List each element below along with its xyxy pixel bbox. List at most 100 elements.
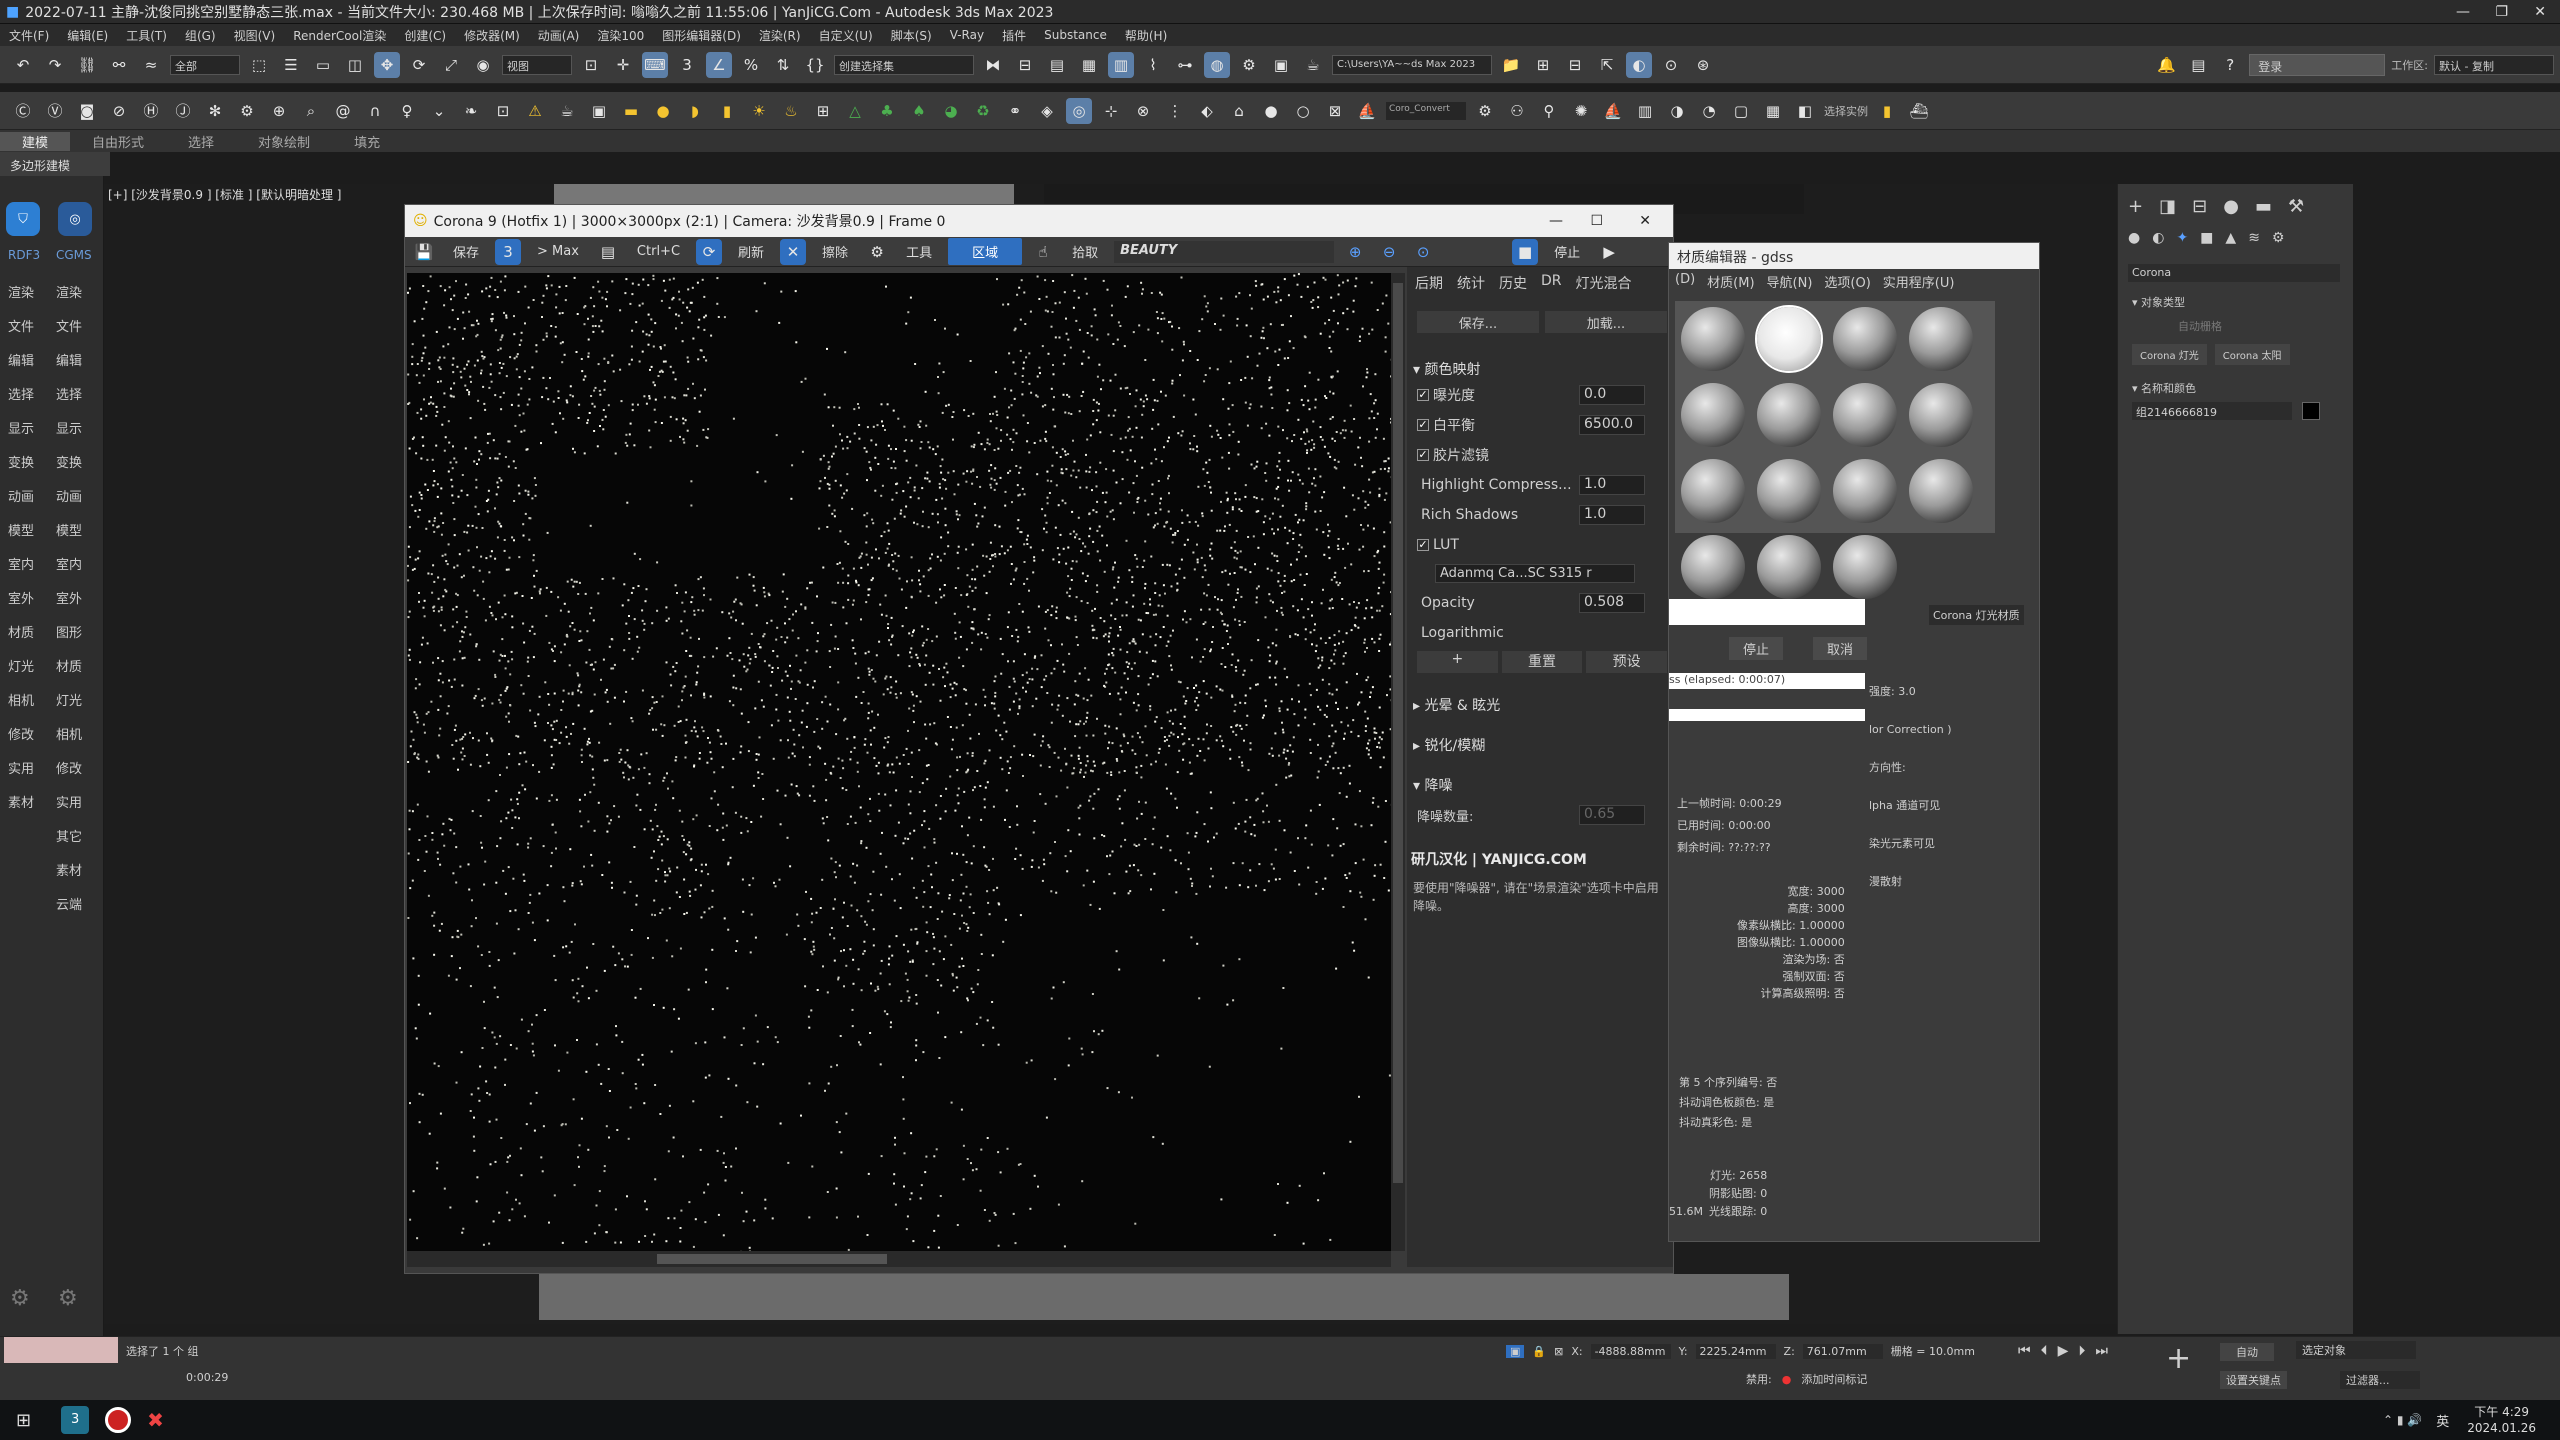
material-menu-item[interactable]: 材质(M)	[1707, 272, 1754, 291]
material-menu-item[interactable]: 导航(N)	[1767, 272, 1813, 291]
ribbon-toggle-icon[interactable]: ▥	[1108, 51, 1134, 78]
dock-item[interactable]: 模型	[56, 520, 82, 539]
windows-start-icon[interactable]: ⊞	[16, 1410, 31, 1431]
menu-item[interactable]: RenderCool渲染	[284, 27, 395, 44]
play-icon[interactable]: ▶	[2058, 1343, 2069, 1359]
ribbon-sub-label[interactable]: 多边形建模	[0, 152, 110, 176]
align-icon[interactable]: ⊟	[1012, 52, 1038, 78]
viewport-label[interactable]: [+] [沙发背景0.9 ] [标准 ] [默认明暗处理 ]	[108, 186, 341, 203]
dock-item[interactable]: 相机	[8, 690, 34, 709]
window-icon[interactable]: ▢	[1728, 98, 1754, 124]
vfb-panel-tab[interactable]: 灯光混合	[1576, 273, 1632, 293]
bloom-glare-section[interactable]: ▸ 光晕 & 眩光	[1413, 695, 1500, 715]
globe-icon[interactable]: ⊕	[266, 98, 292, 124]
render-cancel-button[interactable]: 取消	[1813, 637, 1868, 660]
dock-item[interactable]: 实用	[8, 758, 34, 777]
vfb-maximize-button[interactable]: ☐	[1590, 213, 1603, 229]
create-icon[interactable]: +	[2128, 196, 2143, 217]
pin-icon[interactable]: ⚲	[1536, 98, 1562, 124]
motion-icon[interactable]: ●	[2223, 196, 2239, 217]
dock-item[interactable]: 修改	[8, 724, 34, 743]
tools-icon[interactable]: ⚙	[864, 239, 890, 265]
record-icon[interactable]: ●	[1782, 1373, 1792, 1386]
export-icon[interactable]: ⇱	[1594, 52, 1620, 78]
dock-item[interactable]: 室内	[56, 554, 82, 573]
vfb-erase-button[interactable]: 擦除	[814, 239, 856, 264]
vfb-region-button[interactable]: 区域	[948, 238, 1023, 265]
render-stop-button[interactable]: 停止	[1729, 637, 1784, 660]
globe-icon[interactable]: ◎	[58, 202, 92, 236]
vfb-minimize-button[interactable]: —	[1549, 213, 1563, 229]
decal-icon[interactable]: ◈	[1034, 98, 1060, 124]
ribbon-tab[interactable]: 自由形式	[70, 132, 166, 151]
sun-icon[interactable]: ☀	[746, 98, 772, 124]
schematic-view-icon[interactable]: ⊶	[1172, 52, 1198, 78]
plugin-h-icon[interactable]: Ⓗ	[138, 98, 164, 124]
vfb-refresh-button[interactable]: 刷新	[730, 239, 772, 264]
menu-item[interactable]: 动画(A)	[529, 27, 589, 44]
menu-item[interactable]: 插件	[993, 27, 1035, 44]
material-slot-sphere[interactable]	[1757, 535, 1821, 599]
next-frame-icon[interactable]: ⏵	[2078, 1343, 2085, 1359]
dock-item[interactable]: 室外	[8, 588, 34, 607]
lut-add-button[interactable]: +	[1417, 651, 1498, 673]
vfb-panel-tab[interactable]: 统计	[1457, 273, 1485, 293]
dot-icon[interactable]: ●	[1258, 98, 1284, 124]
dock-item[interactable]: 素材	[8, 792, 34, 811]
vfb-to-max-button[interactable]: > Max	[529, 241, 587, 262]
tray-clock[interactable]: 下午 4:29 2024.01.26	[2467, 1404, 2536, 1436]
corona-light-button[interactable]: Corona 灯光	[2132, 344, 2207, 365]
edit-named-sel-icon[interactable]: {}	[802, 52, 828, 78]
ribbon-tab[interactable]: 选择	[166, 132, 236, 151]
3dsmax-taskbar-icon[interactable]: 3	[61, 1406, 90, 1434]
stop-icon[interactable]: ■	[1512, 238, 1539, 265]
render-setup-icon[interactable]: ⚙	[1236, 52, 1262, 78]
dock-item[interactable]: 渲染	[8, 282, 34, 301]
auto-key-button[interactable]: 自动	[2220, 1343, 2274, 1361]
gauge-icon[interactable]: ◔	[1696, 98, 1722, 124]
named-selection-dropdown[interactable]: 创建选择集	[834, 54, 974, 75]
material-slot-sphere[interactable]	[1681, 383, 1745, 447]
dock-item[interactable]: 云端	[56, 894, 82, 913]
material-menu-item[interactable]: 实用程序(U)	[1883, 272, 1955, 291]
x-coord[interactable]: -4888.88mm	[1590, 1343, 1671, 1359]
open-icon[interactable]: ⊞	[1530, 52, 1556, 78]
dock-item[interactable]: 编辑	[56, 350, 82, 369]
settings-icon[interactable]: ⚙	[10, 1286, 30, 1311]
material-menu-item[interactable]: (D)	[1675, 272, 1695, 288]
display-icon[interactable]: ▬	[2255, 196, 2272, 217]
vfb-tools-button[interactable]: 工具	[898, 239, 940, 264]
mirror-icon[interactable]: ⧓	[980, 52, 1006, 78]
exposure-input[interactable]: 0.0	[1579, 385, 1645, 405]
dock-item[interactable]: 编辑	[8, 350, 34, 369]
object-color-swatch[interactable]	[2302, 402, 2320, 420]
tone-mapping-section[interactable]: ▾ 颜色映射	[1413, 359, 1480, 379]
dock-item[interactable]: 其它	[56, 826, 82, 845]
set-key-button[interactable]: 设置关键点	[2220, 1371, 2287, 1389]
asset-icon[interactable]: ⚙	[1472, 98, 1498, 124]
rich-shadows-input[interactable]: 1.0	[1579, 505, 1645, 525]
bulb-icon[interactable]: ♀	[394, 98, 420, 124]
camera-convert-icon[interactable]: ◙	[74, 98, 100, 124]
object-name-field[interactable]: 组2146666819	[2132, 402, 2292, 420]
redo-icon[interactable]: ↷	[42, 52, 68, 78]
menu-item[interactable]: 工具(T)	[117, 27, 176, 44]
corona-light-mtl-label[interactable]: Corona 灯光材质	[1929, 605, 2024, 625]
people-icon[interactable]: ⚇	[1504, 98, 1530, 124]
erase-icon[interactable]: ✕	[780, 238, 807, 265]
helpers-icon[interactable]: ▲	[2225, 230, 2236, 246]
dock-item[interactable]: 灯光	[56, 690, 82, 709]
refresh-icon[interactable]: ⟳	[696, 238, 723, 265]
preset-button[interactable]: 预设	[1586, 651, 1668, 673]
menu-item[interactable]: 渲染100	[588, 27, 653, 44]
vfb-pick-button[interactable]: 拾取	[1064, 239, 1106, 264]
dock-item[interactable]: 显示	[8, 418, 34, 437]
material-slot-sphere[interactable]	[1757, 383, 1821, 447]
dock-item[interactable]: 修改	[56, 758, 82, 777]
cameras-icon[interactable]: ■	[2200, 230, 2213, 246]
snap-3d-icon[interactable]: 3	[674, 52, 700, 78]
menu-item[interactable]: V-Ray	[941, 28, 993, 42]
vfb-panel-tab[interactable]: 历史	[1499, 273, 1527, 293]
render-play-icon[interactable]: ▶	[1596, 239, 1622, 265]
close-button[interactable]: ✕	[2534, 4, 2546, 20]
